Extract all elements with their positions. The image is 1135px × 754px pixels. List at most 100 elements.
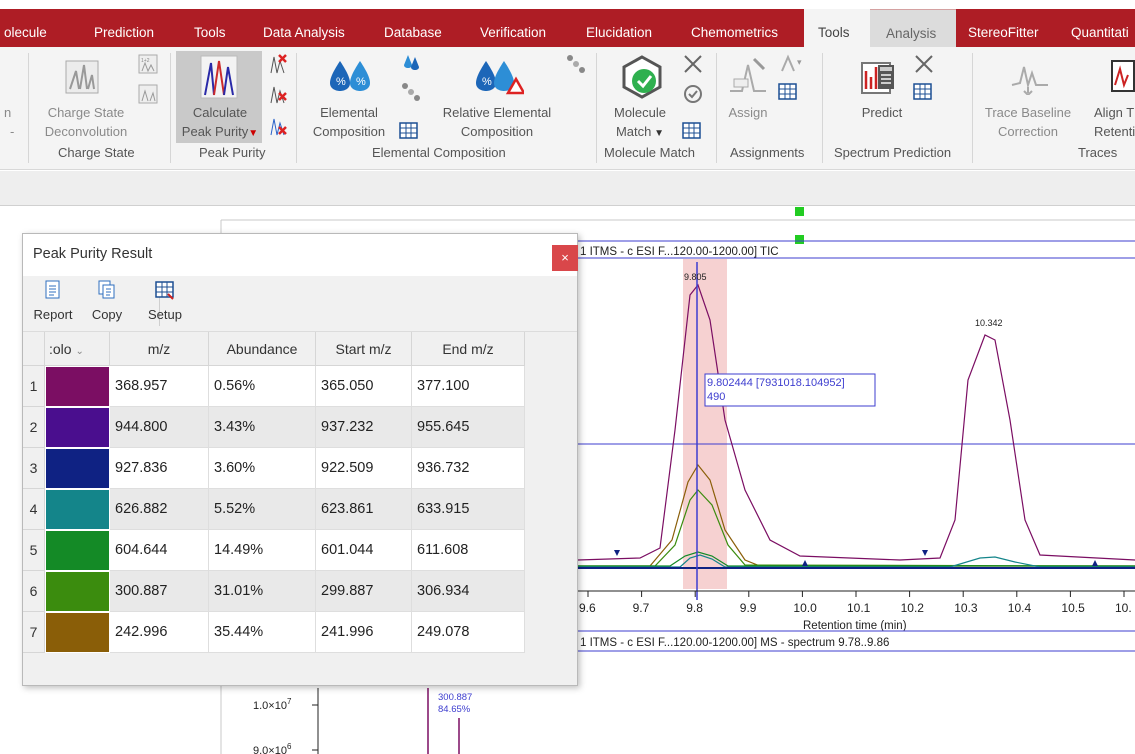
assign-icon[interactable] <box>728 55 768 98</box>
predict-icon[interactable] <box>860 55 900 98</box>
abundance-cell[interactable]: 0.56% <box>209 366 316 407</box>
table-row[interactable]: 7 242.996 35.44% 241.996 249.078 <box>23 612 525 653</box>
tab-analysis[interactable]: Analysis <box>870 9 956 47</box>
start-mz-cell[interactable]: 601.044 <box>316 530 412 571</box>
table-icon[interactable] <box>682 122 702 143</box>
start-mz-cell[interactable]: 937.232 <box>316 407 412 448</box>
align-retention-icon[interactable] <box>1110 55 1135 98</box>
color-swatch[interactable] <box>45 530 110 571</box>
assign-label[interactable]: Assign <box>726 103 770 122</box>
report-button[interactable]: Report <box>31 280 75 322</box>
table-row[interactable]: 2 944.800 3.43% 937.232 955.645 <box>23 407 525 448</box>
chevron-down-icon[interactable]: ⌄ <box>75 346 83 357</box>
trace-baseline-correction-label[interactable]: Trace Baseline Correction <box>978 103 1078 141</box>
relative-elemental-small-icon[interactable] <box>565 53 587 78</box>
tab-chemometrics[interactable]: Chemometrics <box>691 9 778 47</box>
peak-purity-icon[interactable] <box>200 55 238 102</box>
elemental-composition-icon[interactable]: %% <box>328 57 374 96</box>
color-swatch[interactable] <box>45 448 110 489</box>
start-mz-cell[interactable]: 922.509 <box>316 448 412 489</box>
end-mz-cell[interactable]: 633.915 <box>412 489 525 530</box>
mz-cell[interactable]: 368.957 <box>110 366 209 407</box>
column-header-abundance[interactable]: Abundance <box>209 332 316 366</box>
column-header-start-mz[interactable]: Start m/z <box>316 332 412 366</box>
predict-tool-icon[interactable] <box>913 53 935 78</box>
tab-quantitation[interactable]: Quantitati <box>1071 9 1129 47</box>
end-mz-cell[interactable]: 955.645 <box>412 407 525 448</box>
color-swatch[interactable] <box>45 407 110 448</box>
end-mz-cell[interactable]: 936.732 <box>412 448 525 489</box>
peak-selection-region[interactable] <box>683 259 727 589</box>
trace-baseline-correction-icon[interactable] <box>1010 55 1050 98</box>
tab-data-analysis[interactable]: Data Analysis <box>263 9 345 47</box>
elemental-composition-small-icon-2[interactable] <box>400 81 422 106</box>
peak-purity-tool-icon-1[interactable] <box>268 53 288 78</box>
charge-state-deconvolution-label[interactable]: Charge State Deconvolution <box>38 103 134 141</box>
start-mz-cell[interactable]: 241.996 <box>316 612 412 653</box>
tab-tools[interactable]: Tools <box>194 9 226 47</box>
table-row[interactable]: 1 368.957 0.56% 365.050 377.100 <box>23 366 525 407</box>
color-swatch[interactable] <box>45 366 110 407</box>
mz-cell[interactable]: 626.882 <box>110 489 209 530</box>
tab-tools-context[interactable]: Tools <box>804 9 870 47</box>
end-mz-cell[interactable]: 377.100 <box>412 366 525 407</box>
table-row[interactable]: 3 927.836 3.60% 922.509 936.732 <box>23 448 525 489</box>
copy-button[interactable]: Copy <box>89 280 125 322</box>
table-icon[interactable] <box>913 83 933 104</box>
mz-cell[interactable]: 604.644 <box>110 530 209 571</box>
color-swatch[interactable] <box>45 489 110 530</box>
tab-stereofitter[interactable]: StereoFitter <box>968 9 1039 47</box>
elemental-composition-small-icon-1[interactable] <box>400 51 422 76</box>
mz-cell[interactable]: 927.836 <box>110 448 209 489</box>
abundance-cell[interactable]: 35.44% <box>209 612 316 653</box>
molecule-match-label[interactable]: Molecule Match ▼ <box>604 103 676 143</box>
elemental-composition-label[interactable]: Elemental Composition <box>306 103 392 141</box>
selection-handle[interactable] <box>795 235 804 244</box>
tab-verification[interactable]: Verification <box>480 9 546 47</box>
color-swatch[interactable] <box>45 571 110 612</box>
end-mz-cell[interactable]: 249.078 <box>412 612 525 653</box>
table-icon[interactable] <box>778 83 798 104</box>
predict-label[interactable]: Predict <box>856 103 908 122</box>
assign-small-icon[interactable]: ▾ <box>778 53 806 78</box>
column-header-color[interactable]: :olo ⌄ <box>45 332 110 366</box>
end-mz-cell[interactable]: 611.608 <box>412 530 525 571</box>
peak-purity-tool-icon-3[interactable] <box>268 115 288 140</box>
abundance-cell[interactable]: 31.01% <box>209 571 316 612</box>
close-button[interactable]: × <box>552 245 578 271</box>
mz-cell[interactable]: 300.887 <box>110 571 209 612</box>
column-header-end-mz[interactable]: End m/z <box>412 332 525 366</box>
mz-cell[interactable]: 944.800 <box>110 407 209 448</box>
align-retention-label[interactable]: Align T Retentio <box>1094 103 1135 141</box>
tab-molecule[interactable]: olecule <box>4 9 47 47</box>
charge-state-small-icon-1[interactable]: 1+2 <box>137 53 159 78</box>
table-row[interactable]: 6 300.887 31.01% 299.887 306.934 <box>23 571 525 612</box>
molecule-match-tool-icon-1[interactable] <box>682 53 704 78</box>
dropdown-arrow-icon[interactable]: ▼ <box>248 128 258 139</box>
start-mz-cell[interactable]: 299.887 <box>316 571 412 612</box>
column-header-mz[interactable]: m/z <box>110 332 209 366</box>
peak-purity-tool-icon-2[interactable] <box>268 83 288 108</box>
calculate-peak-purity-label[interactable]: Calculate Peak Purity▼ <box>178 103 262 143</box>
table-row[interactable]: 4 626.882 5.52% 623.861 633.915 <box>23 489 525 530</box>
selection-handle-top[interactable] <box>795 207 804 216</box>
dialog-title-bar[interactable]: Peak Purity Result × <box>23 234 578 276</box>
molecule-match-tool-icon-2[interactable] <box>682 83 704 108</box>
abundance-cell[interactable]: 14.49% <box>209 530 316 571</box>
charge-state-small-icon-2[interactable] <box>137 83 159 108</box>
end-mz-cell[interactable]: 306.934 <box>412 571 525 612</box>
table-row[interactable]: 5 604.644 14.49% 601.044 611.608 <box>23 530 525 571</box>
tab-prediction[interactable]: Prediction <box>94 9 154 47</box>
tab-database[interactable]: Database <box>384 9 442 47</box>
abundance-cell[interactable]: 3.43% <box>209 407 316 448</box>
table-icon[interactable] <box>399 122 419 143</box>
abundance-cell[interactable]: 3.60% <box>209 448 316 489</box>
relative-elemental-composition-label[interactable]: Relative Elemental Composition <box>432 103 562 141</box>
abundance-cell[interactable]: 5.52% <box>209 489 316 530</box>
start-mz-cell[interactable]: 365.050 <box>316 366 412 407</box>
molecule-match-icon[interactable] <box>620 55 664 102</box>
start-mz-cell[interactable]: 623.861 <box>316 489 412 530</box>
setup-button[interactable]: Setup <box>145 280 185 322</box>
relative-elemental-composition-icon[interactable]: % <box>474 57 527 98</box>
charge-state-deconvolution-icon[interactable] <box>64 55 100 98</box>
